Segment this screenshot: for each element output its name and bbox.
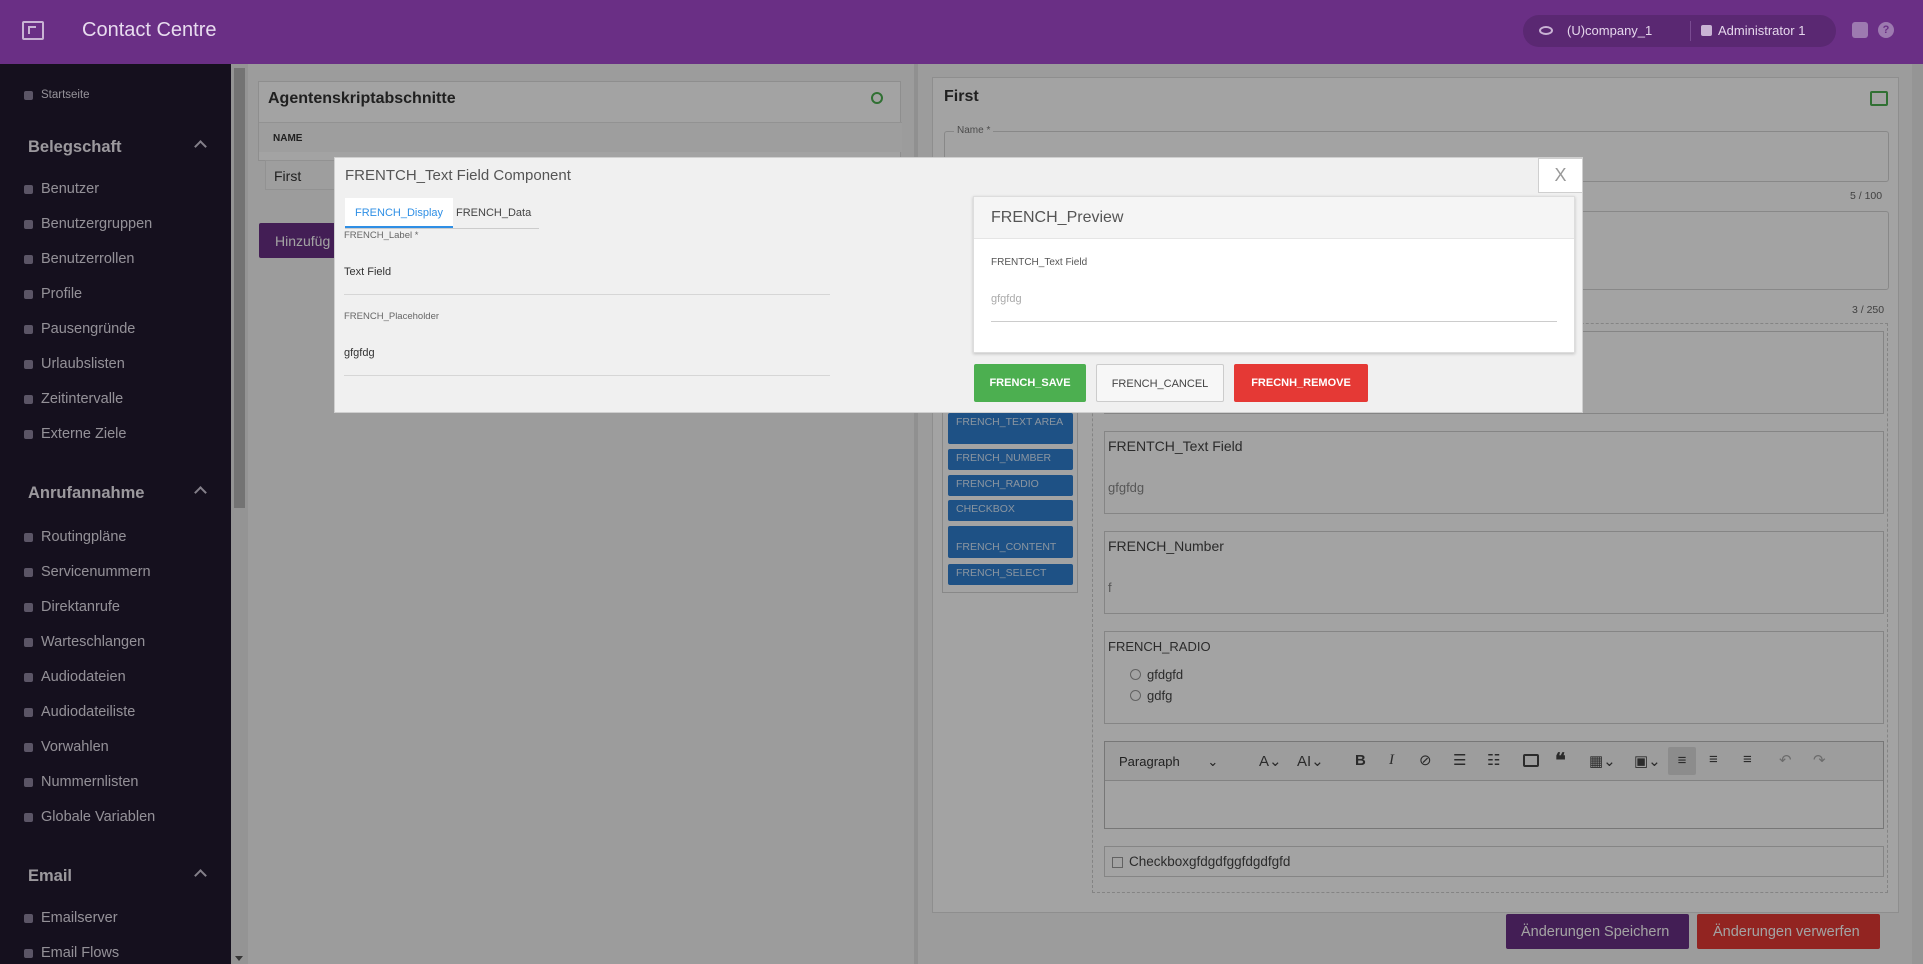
- preview-field-label: FRENTCH_Text Field: [991, 257, 1088, 268]
- user-badge-icon: [1701, 25, 1712, 36]
- company-selector[interactable]: (U)company_1: [1539, 23, 1652, 38]
- modal-title: FRENTCH_Text Field Component: [345, 167, 571, 184]
- placeholder-input-underline: [344, 375, 830, 376]
- remove-button[interactable]: FRECNH_REMOVE: [1234, 364, 1368, 402]
- top-bar: Contact Centre (U)company_1 Administrato…: [0, 0, 1923, 64]
- user-pill-divider: [1690, 21, 1691, 41]
- chart-icon[interactable]: [1852, 22, 1868, 38]
- tab-display[interactable]: FRENCH_Display: [345, 198, 454, 228]
- preview-title: FRENCH_Preview: [974, 197, 1574, 239]
- label-input[interactable]: Text Field: [344, 266, 391, 278]
- tab-data[interactable]: FRENCH_Data: [446, 198, 541, 228]
- eye-icon: [1539, 26, 1553, 35]
- user-pill[interactable]: (U)company_1 Administrator 1: [1523, 15, 1836, 47]
- app-title: Contact Centre: [82, 19, 217, 41]
- placeholder-input[interactable]: gfgfdg: [344, 347, 375, 359]
- preview-card: FRENCH_Preview FRENTCH_Text Field gfgfdg: [973, 196, 1575, 353]
- label-field-title: FRENCH_Label *: [344, 230, 419, 241]
- user-menu[interactable]: Administrator 1: [1701, 23, 1805, 38]
- placeholder-field-title: FRENCH_Placeholder: [344, 311, 440, 322]
- company-name: (U)company_1: [1567, 23, 1653, 38]
- menu-toggle-icon[interactable]: [22, 21, 44, 40]
- close-button[interactable]: X: [1538, 158, 1583, 193]
- component-modal: FRENTCH_Text Field Component X FRENCH_Di…: [334, 157, 1583, 413]
- preview-input-underline: [991, 321, 1557, 322]
- save-button[interactable]: FRENCH_SAVE: [974, 364, 1086, 402]
- help-icon[interactable]: ?: [1878, 22, 1894, 38]
- cancel-button[interactable]: FRENCH_CANCEL: [1096, 364, 1224, 402]
- user-name: Administrator 1: [1718, 23, 1806, 38]
- tab-underline: [345, 228, 539, 229]
- label-input-underline: [344, 294, 830, 295]
- preview-input[interactable]: gfgfdg: [991, 293, 1022, 305]
